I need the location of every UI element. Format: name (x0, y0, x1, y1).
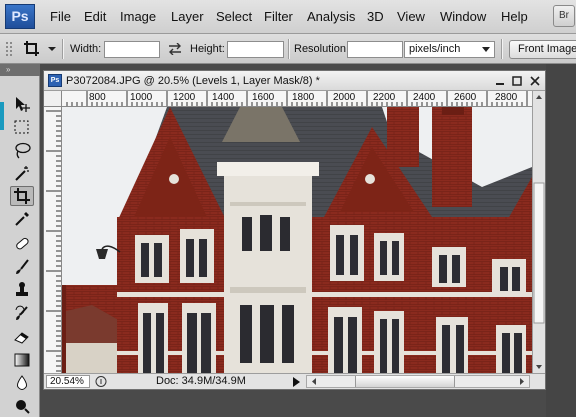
minimize-icon (495, 82, 504, 85)
document-file-icon: Ps (48, 74, 62, 87)
document-window: Ps P3072084.JPG @ 20.5% (Levels 1, Layer… (43, 70, 546, 390)
resolution-unit-value: pixels/inch (409, 43, 461, 55)
toolbox-collapse-button[interactable]: » (0, 64, 40, 76)
document-tab[interactable]: Ps P3072084.JPG @ 20.5% (Levels 1, Layer… (44, 71, 545, 91)
chevron-down-icon (482, 47, 490, 52)
maximize-button[interactable] (510, 74, 523, 87)
magic-wand-icon (15, 166, 29, 181)
width-input[interactable] (104, 41, 160, 58)
close-icon (529, 75, 540, 86)
resolution-input[interactable] (347, 41, 403, 58)
ruler-label: 1600 (252, 92, 275, 103)
ruler-label: 1200 (173, 92, 196, 103)
menu-image[interactable]: Image (120, 9, 156, 24)
horizontal-scrollbar[interactable] (306, 375, 530, 388)
menu-view[interactable]: View (397, 9, 425, 24)
magic-wand-tool[interactable] (10, 163, 34, 183)
play-icon (293, 377, 300, 387)
blur-tool[interactable] (10, 373, 34, 393)
brush-icon (16, 259, 29, 274)
menu-file[interactable]: File (50, 9, 71, 24)
status-bar: 20.54% Doc: 34.9M/34.9M (44, 373, 545, 389)
menu-select[interactable]: Select (216, 9, 252, 24)
horizontal-ruler[interactable]: 800 1000 1200 1400 1600 1800 2000 2200 2… (62, 91, 532, 107)
history-brush-icon (15, 305, 28, 320)
dodge-icon (16, 400, 30, 414)
toolbox-accent (0, 102, 4, 130)
history-brush-tool[interactable] (10, 304, 34, 324)
move-icon (16, 97, 30, 112)
drop-icon (17, 375, 27, 390)
ruler-label: 2400 (413, 92, 436, 103)
menu-filter[interactable]: Filter (264, 9, 293, 24)
swap-dimensions-icon[interactable] (167, 42, 183, 56)
clone-stamp-tool[interactable] (10, 280, 34, 300)
lasso-tool[interactable] (10, 140, 34, 160)
info-icon (95, 376, 107, 387)
vertical-ruler[interactable] (44, 107, 62, 373)
tool-preset-picker[interactable] (22, 39, 58, 59)
eraser-icon (14, 332, 29, 344)
gradient-tool[interactable] (10, 350, 34, 370)
eyedropper-icon (15, 212, 29, 226)
menu-analysis[interactable]: Analysis (307, 9, 355, 24)
status-info-button[interactable] (94, 375, 108, 388)
document-title: P3072084.JPG @ 20.5% (Levels 1, Layer Ma… (66, 75, 320, 87)
menu-window[interactable]: Window (440, 9, 486, 24)
dodge-tool[interactable] (10, 396, 34, 416)
bridge-button[interactable]: Br (553, 5, 575, 27)
brush-tool[interactable] (10, 257, 34, 277)
zoom-field[interactable]: 20.54% (46, 375, 90, 388)
resolution-label: Resolution: (294, 43, 350, 55)
crop-icon (14, 188, 30, 204)
close-button[interactable] (528, 74, 541, 87)
menu-help[interactable]: Help (501, 9, 528, 24)
ruler-label: 2800 (495, 92, 518, 103)
move-tool[interactable] (10, 94, 34, 114)
vertical-scrollbar[interactable] (532, 91, 545, 373)
image-canvas[interactable] (62, 107, 532, 373)
eyedropper-tool[interactable] (10, 209, 34, 229)
front-image-button[interactable]: Front Image (509, 40, 576, 59)
height-input[interactable] (227, 41, 284, 58)
minimize-button[interactable] (493, 74, 506, 87)
menu-edit[interactable]: Edit (84, 9, 106, 24)
ruler-label: 2600 (454, 92, 477, 103)
resolution-unit-select[interactable]: pixels/inch (404, 41, 495, 58)
gradient-icon (14, 353, 30, 367)
stamp-icon (16, 282, 28, 296)
ruler-origin[interactable] (44, 91, 62, 107)
horizontal-scroll-thumb[interactable] (355, 376, 455, 387)
panel-dock-area (546, 64, 576, 417)
scroll-right-icon (520, 378, 524, 385)
menu-layer[interactable]: Layer (171, 9, 204, 24)
ruler-label: 1000 (130, 92, 153, 103)
toolbox: » (0, 64, 40, 417)
status-menu-button[interactable] (290, 376, 302, 388)
bandage-icon (16, 237, 29, 250)
marquee-tool[interactable] (10, 117, 34, 137)
ruler-label: 1400 (212, 92, 235, 103)
options-grip[interactable] (4, 40, 14, 58)
menu-bar: Ps File Edit Image Layer Select Filter A… (0, 0, 576, 34)
ruler-label: 2000 (333, 92, 356, 103)
menu-3d[interactable]: 3D (367, 9, 384, 24)
eraser-tool[interactable] (10, 327, 34, 347)
healing-brush-tool[interactable] (10, 234, 34, 254)
document-size: Doc: 34.9M/34.9M (156, 375, 246, 387)
crop-icon (24, 41, 56, 56)
photoshop-logo: Ps (5, 4, 35, 29)
height-label: Height: (190, 43, 225, 55)
scroll-left-icon (312, 378, 316, 385)
ruler-label: 2200 (373, 92, 396, 103)
ruler-label: 1800 (292, 92, 315, 103)
marquee-icon (14, 120, 29, 134)
ruler-label: 800 (89, 92, 106, 103)
options-bar: Width: Height: Resolution: pixels/inch F… (0, 34, 576, 64)
width-label: Width: (70, 43, 102, 55)
maximize-icon (511, 75, 522, 86)
crop-tool[interactable] (10, 186, 34, 206)
building-photo (62, 107, 532, 373)
lasso-icon (15, 142, 31, 159)
